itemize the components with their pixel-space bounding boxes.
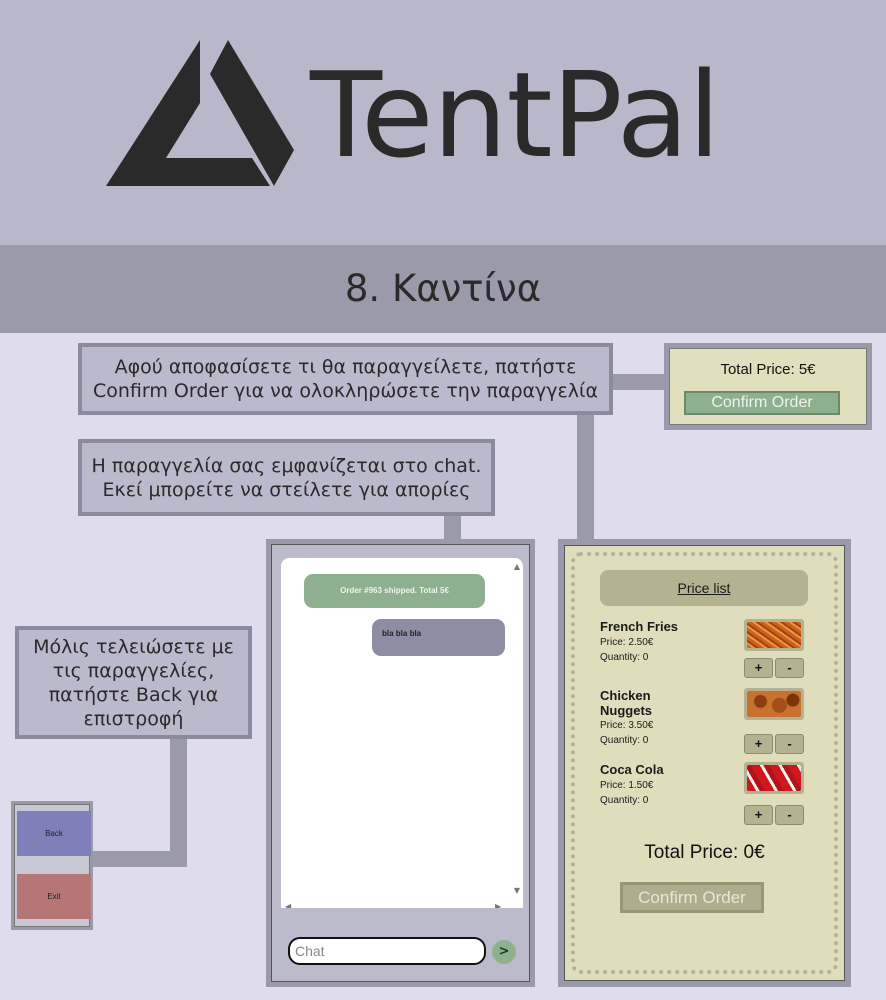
connector-back-v bbox=[170, 737, 187, 867]
item-name: Coca Cola bbox=[600, 762, 690, 777]
item-name-line2: Nuggets bbox=[600, 703, 652, 718]
item-name: Chicken Nuggets bbox=[600, 688, 690, 718]
connector-chat-v bbox=[444, 514, 461, 541]
brand-name: TentPal bbox=[310, 46, 721, 184]
scroll-left-arrow-icon[interactable]: ◀ bbox=[285, 902, 291, 908]
menu-item-french-fries: French Fries Price: 2.50€ Quantity: 0 + … bbox=[600, 619, 815, 689]
item-quantity: Quantity: 0 bbox=[600, 795, 649, 806]
preview-confirm-order-button[interactable]: Confirm Order bbox=[684, 391, 840, 415]
connector-back-h bbox=[92, 851, 187, 867]
scroll-down-arrow-icon[interactable]: ▼ bbox=[514, 886, 520, 895]
chat-input[interactable]: Chat bbox=[288, 937, 486, 965]
callout-confirm-line1: Αφού αποφασίσετε τι θα παραγγείλετε, πατ… bbox=[114, 356, 577, 378]
chat-message-user: bla bla bla bbox=[372, 619, 505, 656]
item-plus-button[interactable]: + bbox=[744, 734, 773, 754]
callout-confirm: Αφού αποφασίσετε τι θα παραγγείλετε, πατ… bbox=[78, 343, 613, 415]
exit-button[interactable]: Exit bbox=[17, 874, 91, 919]
confirm-preview-frame: Total Price: 5€ Confirm Order bbox=[664, 343, 872, 430]
total-price: Total Price: 0€ bbox=[644, 842, 765, 863]
chat-preview-frame: Order #963 shipped. Total 5€ bla bla bla… bbox=[266, 539, 535, 987]
item-plus-button[interactable]: + bbox=[744, 658, 773, 678]
menu-item-coca-cola: Coca Cola Price: 1.50€ Quantity: 0 + - bbox=[600, 762, 815, 832]
french-fries-image bbox=[744, 619, 804, 651]
callout-confirm-line2: Confirm Order για να ολοκληρώσετε την πα… bbox=[92, 380, 599, 402]
callout-back-line4: επιστροφή bbox=[83, 707, 184, 730]
nav-preview-frame: Back Exit bbox=[11, 801, 93, 930]
confirm-order-button[interactable]: Confirm Order bbox=[620, 882, 764, 913]
item-minus-button[interactable]: - bbox=[775, 734, 804, 754]
item-name-line1: French Fries bbox=[600, 619, 679, 634]
item-minus-button[interactable]: - bbox=[775, 658, 804, 678]
chat-panel: Order #963 shipped. Total 5€ bla bla bla… bbox=[271, 544, 530, 982]
callout-back-line1: Μόλις τελειώσετε με bbox=[33, 635, 234, 658]
callout-back-line3: πατήστε Back για bbox=[48, 683, 219, 706]
callout-chat: Η παραγγελία σας εμφανίζεται στο chat. Ε… bbox=[78, 439, 495, 516]
item-price: Price: 3.50€ bbox=[600, 720, 654, 731]
item-name-line1: Coca Cola bbox=[600, 762, 664, 777]
coca-cola-image bbox=[744, 762, 804, 794]
preview-total-price: Total Price: 5€ bbox=[720, 361, 816, 378]
callout-chat-line2: Εκεί μπορείτε να στείλετε για απορίες bbox=[102, 478, 471, 501]
item-plus-button[interactable]: + bbox=[744, 805, 773, 825]
section-bar: 8. Καντίνα bbox=[0, 245, 886, 333]
scroll-up-arrow-icon[interactable]: ▲ bbox=[514, 562, 520, 571]
callout-chat-line1: Η παραγγελία σας εμφανίζεται στο chat. bbox=[91, 454, 482, 477]
chat-messages-area[interactable]: Order #963 shipped. Total 5€ bla bla bla… bbox=[281, 558, 523, 908]
scroll-right-arrow-icon[interactable]: ▶ bbox=[495, 902, 501, 908]
item-quantity: Quantity: 0 bbox=[600, 735, 649, 746]
connector-confirm-v bbox=[577, 413, 594, 541]
item-name-line1: Chicken bbox=[600, 688, 651, 703]
item-minus-button[interactable]: - bbox=[775, 805, 804, 825]
canteen-panel: Price list French Fries Price: 2.50€ Qua… bbox=[564, 545, 845, 981]
chicken-nuggets-image bbox=[744, 688, 804, 720]
send-button[interactable]: > bbox=[492, 940, 516, 964]
price-list-button[interactable]: Price list bbox=[600, 570, 808, 606]
nav-preview: Back Exit bbox=[14, 804, 91, 927]
connector-confirm-h bbox=[611, 374, 667, 390]
item-quantity: Quantity: 0 bbox=[600, 652, 649, 663]
canteen-preview-frame: Price list French Fries Price: 2.50€ Qua… bbox=[558, 539, 851, 987]
back-button[interactable]: Back bbox=[17, 811, 91, 856]
item-price: Price: 1.50€ bbox=[600, 780, 654, 791]
confirm-preview: Total Price: 5€ Confirm Order bbox=[669, 348, 867, 425]
item-name: French Fries bbox=[600, 619, 690, 634]
chat-message-system: Order #963 shipped. Total 5€ bbox=[304, 574, 485, 608]
callout-back: Μόλις τελειώσετε με τις παραγγελίες, πατ… bbox=[15, 626, 252, 739]
menu-item-chicken-nuggets: Chicken Nuggets Price: 3.50€ Quantity: 0… bbox=[600, 688, 815, 758]
header: TentPal bbox=[0, 0, 886, 245]
callout-back-line2: τις παραγγελίες, bbox=[52, 659, 215, 682]
section-title: 8. Καντίνα bbox=[344, 267, 542, 310]
tentpal-logo-icon bbox=[106, 40, 294, 186]
item-price: Price: 2.50€ bbox=[600, 637, 654, 648]
